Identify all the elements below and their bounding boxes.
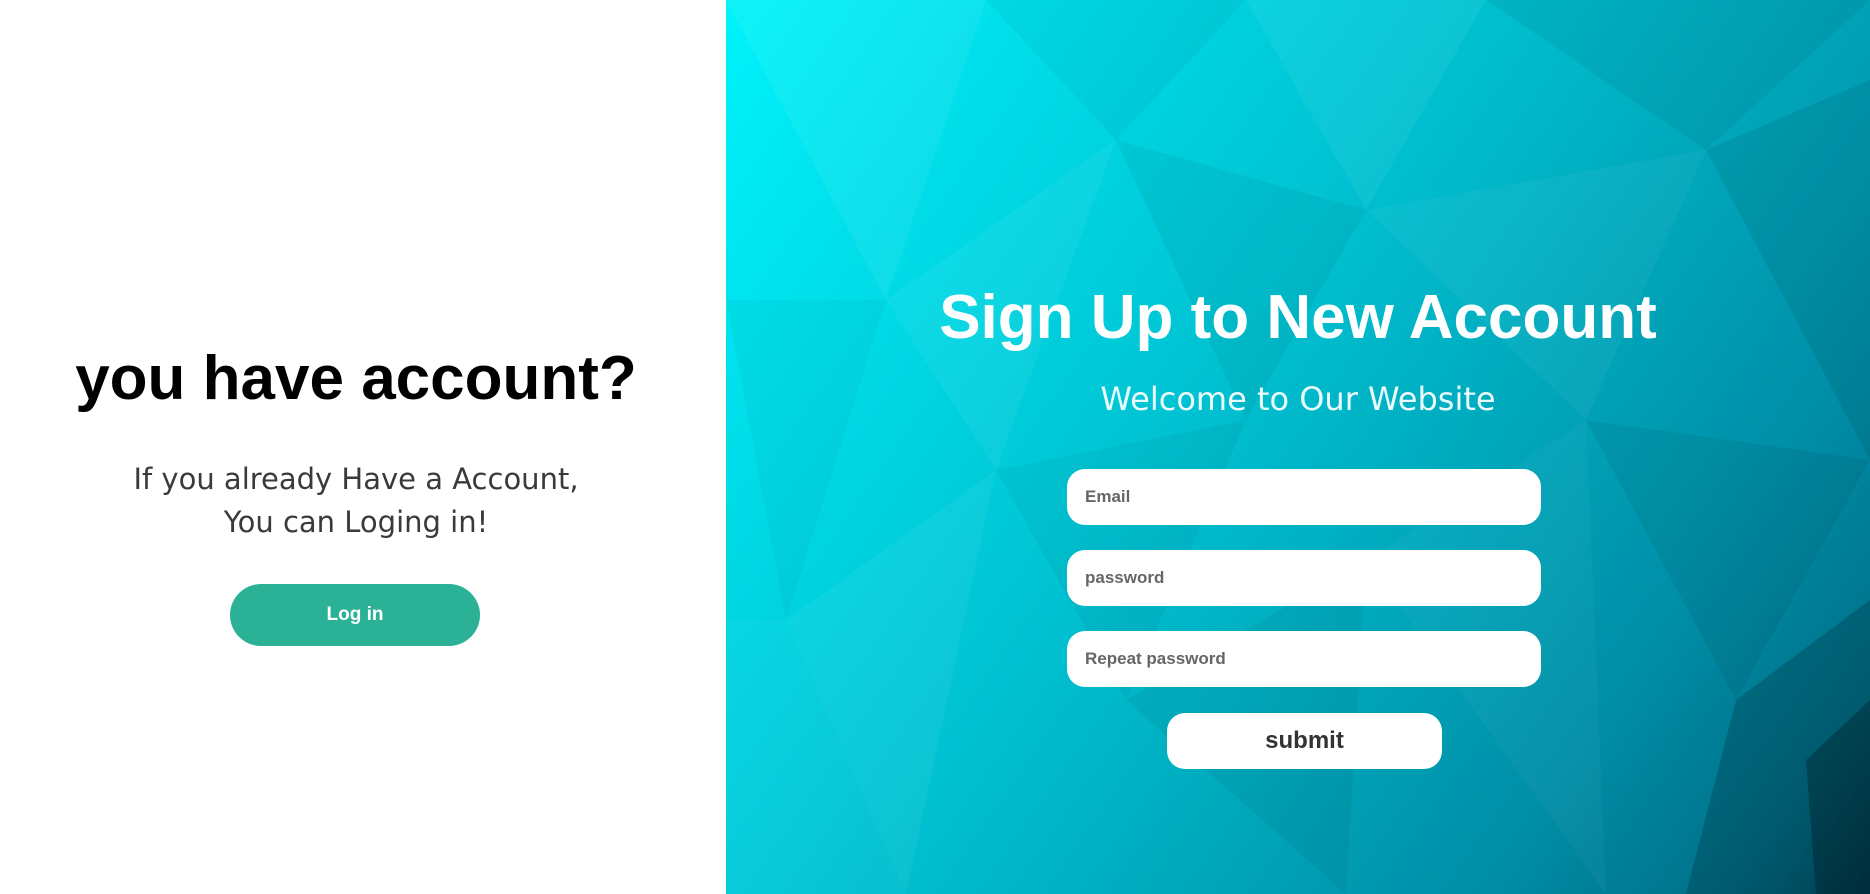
login-prompt-text: If you already Have a Account, You can L… <box>0 458 712 544</box>
signup-subtitle: Welcome to Our Website <box>1100 380 1496 418</box>
login-button[interactable]: Log in <box>230 584 480 646</box>
login-prompt-line-1: If you already Have a Account, <box>133 462 579 496</box>
password-field[interactable] <box>1067 550 1541 606</box>
submit-button[interactable]: submit <box>1167 713 1442 769</box>
signup-panel: Sign Up to New Account Welcome to Our We… <box>726 0 1870 894</box>
login-prompt-panel: you have account? If you already Have a … <box>0 0 726 894</box>
repeat-password-field[interactable] <box>1067 631 1541 687</box>
login-prompt-line-2: You can Loging in! <box>223 505 489 539</box>
signup-page: you have account? If you already Have a … <box>0 0 1870 894</box>
email-field[interactable] <box>1067 469 1541 525</box>
signup-title: Sign Up to New Account <box>939 283 1657 352</box>
login-prompt-title: you have account? <box>75 344 637 413</box>
